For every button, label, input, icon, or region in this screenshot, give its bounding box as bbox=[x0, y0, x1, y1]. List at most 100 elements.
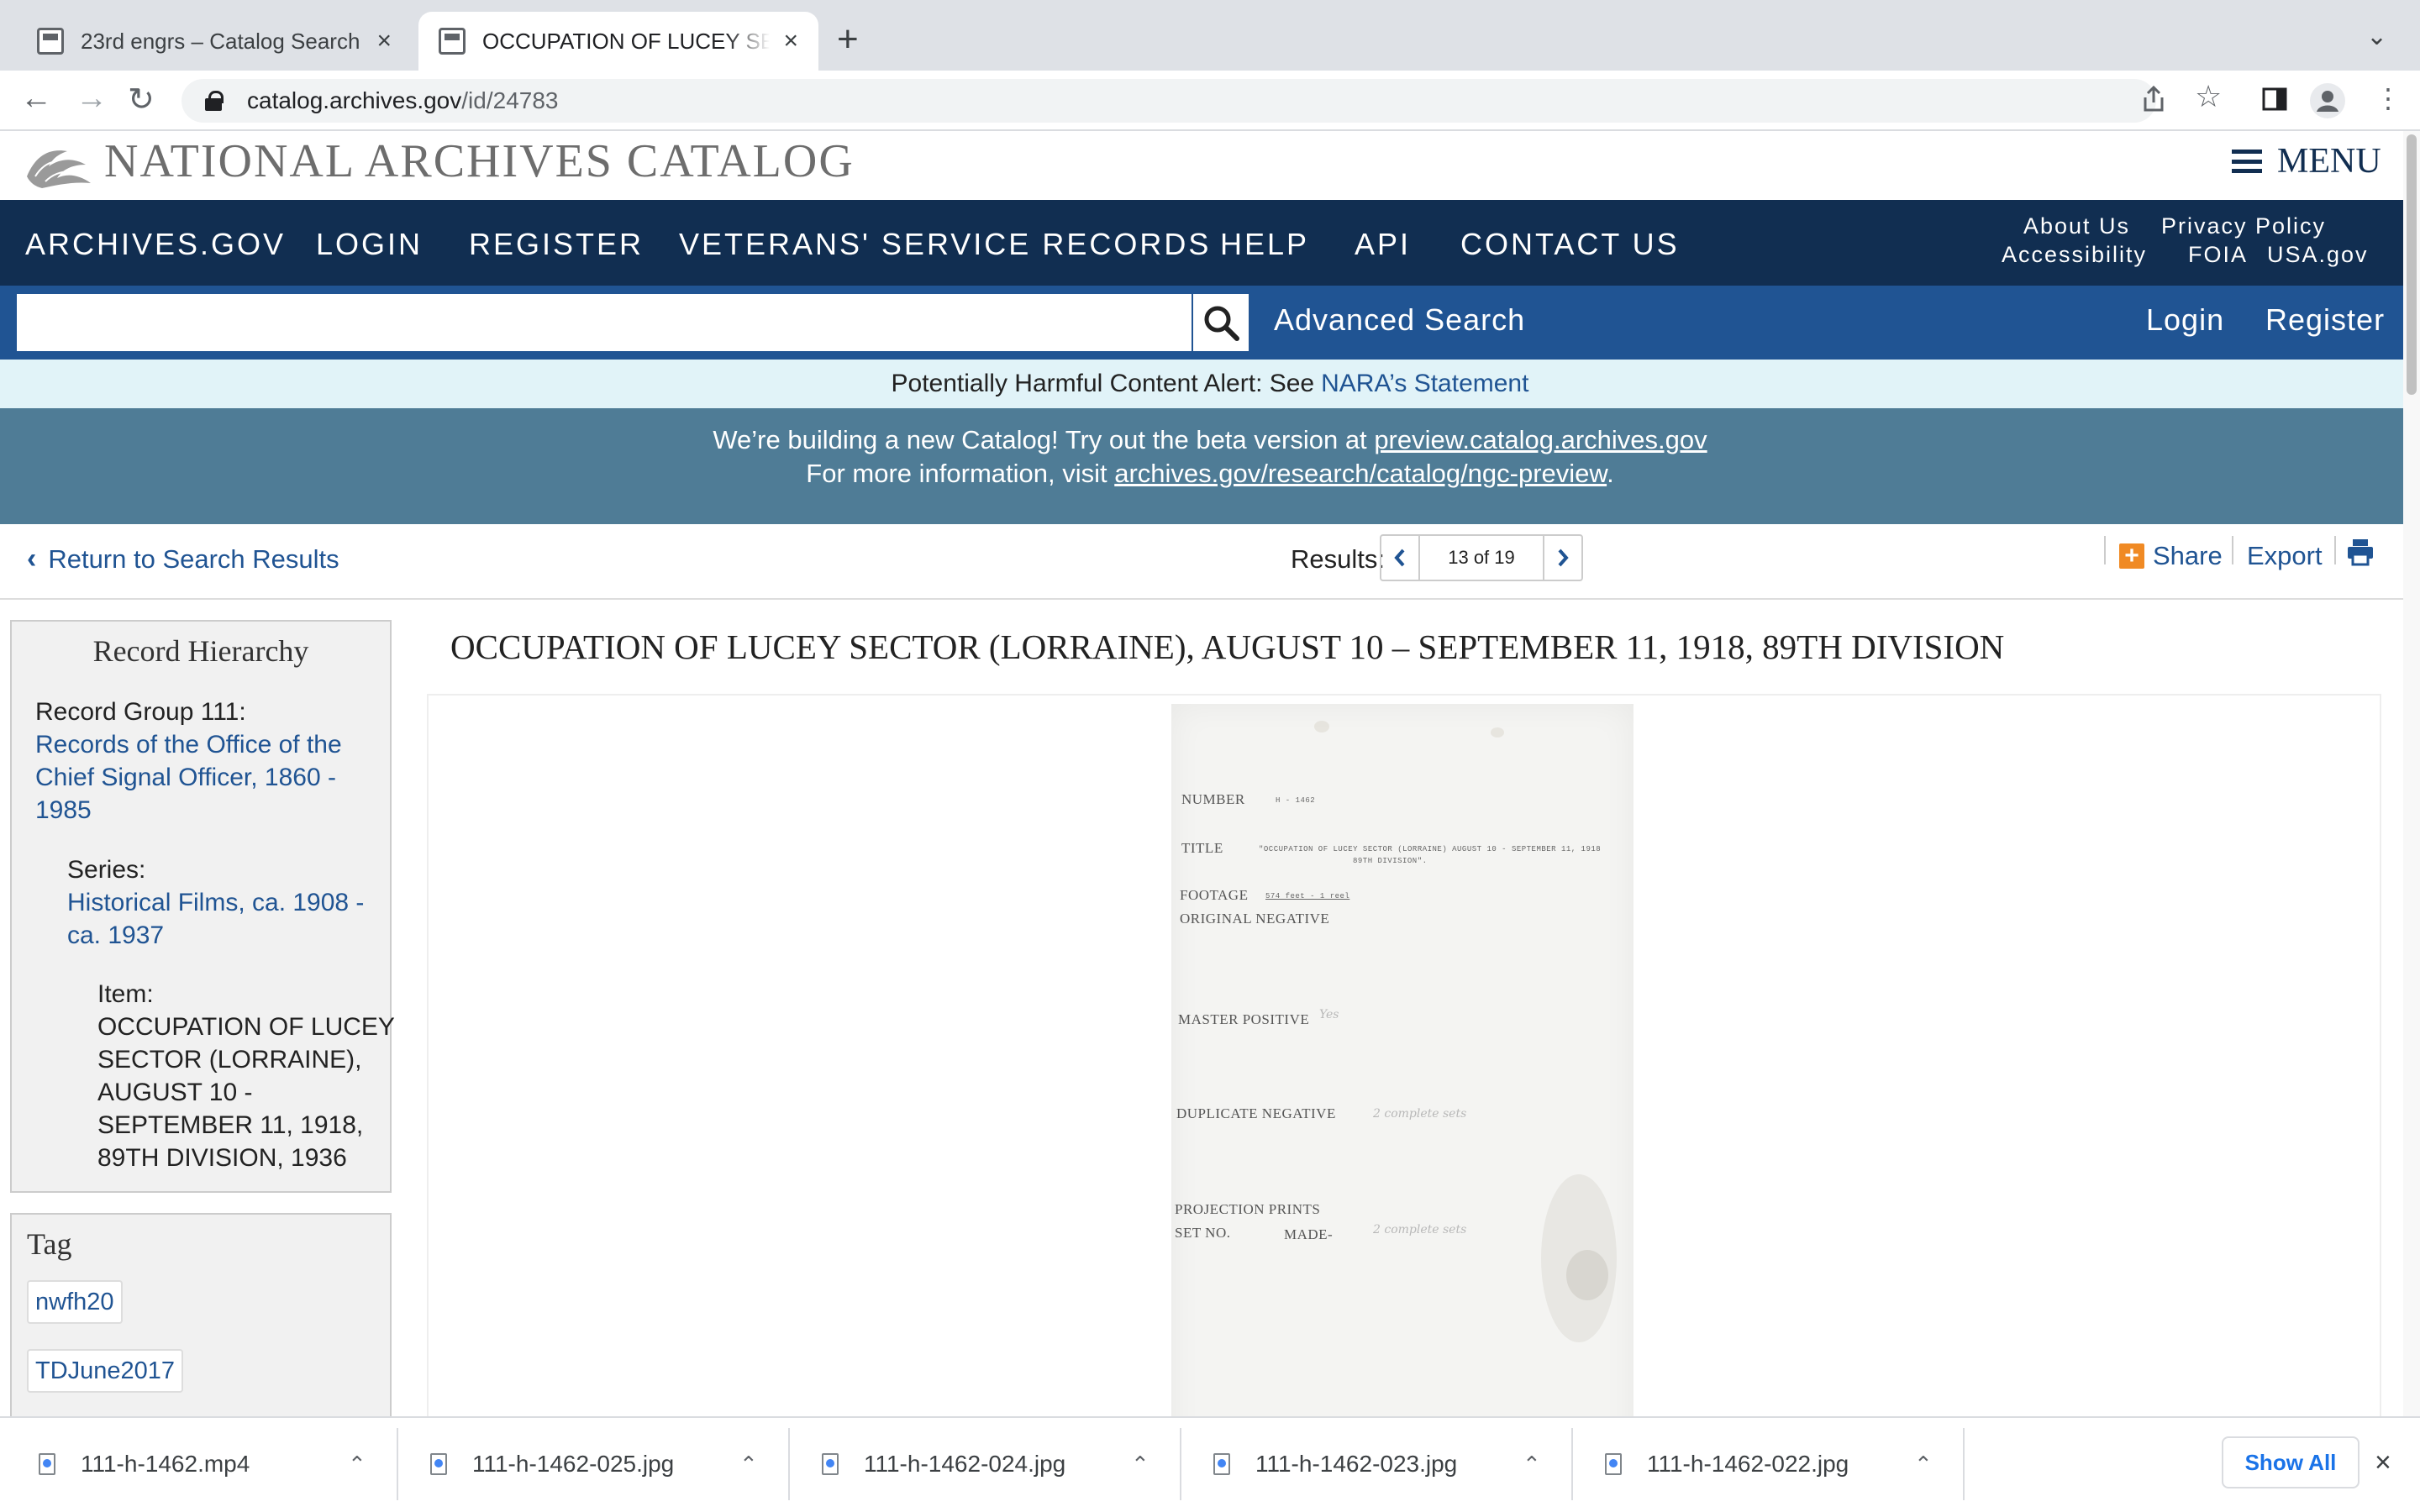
nav-contact-us[interactable]: CONTACT US bbox=[1460, 227, 1680, 262]
file-icon bbox=[1605, 1453, 1622, 1475]
download-item[interactable]: 111-h-1462-024.jpg ⌃ bbox=[822, 1416, 1158, 1512]
download-item[interactable]: 111-h-1462.mp4 ⌃ bbox=[39, 1416, 375, 1512]
nav-about-us[interactable]: About Us bbox=[2023, 213, 2130, 239]
nav-veterans-service-records[interactable]: VETERANS' SERVICE RECORDS bbox=[679, 227, 1211, 262]
file-icon bbox=[430, 1453, 447, 1475]
tab-close-icon[interactable]: × bbox=[783, 27, 798, 55]
return-to-search-results-link[interactable]: ‹ Return to Search Results bbox=[27, 543, 339, 575]
preview-catalog-link[interactable]: preview.catalog.archives.gov bbox=[1374, 425, 1707, 454]
share-page-icon[interactable] bbox=[2143, 86, 2165, 113]
doc-made-label: MADE- bbox=[1284, 1226, 1334, 1242]
download-item[interactable]: 111-h-1462-022.jpg ⌃ bbox=[1605, 1416, 1941, 1512]
series-link[interactable]: ca. 1937 bbox=[67, 919, 164, 952]
doc-number-label: NUMBER bbox=[1181, 791, 1245, 807]
bookmark-star-icon[interactable]: ☆ bbox=[2195, 79, 2222, 114]
register-link[interactable]: Register bbox=[2265, 302, 2385, 338]
nav-privacy-policy[interactable]: Privacy Policy bbox=[2161, 213, 2326, 239]
nav-register[interactable]: REGISTER bbox=[469, 227, 644, 262]
tag-title: Tag bbox=[27, 1227, 72, 1261]
nav-foia[interactable]: FOIA bbox=[2188, 242, 2248, 268]
scan-blemish bbox=[1314, 721, 1329, 732]
lock-icon bbox=[205, 91, 224, 111]
tab-search-chevron-icon[interactable]: ⌄ bbox=[2366, 22, 2387, 51]
series-link[interactable]: Historical Films, ca. 1908 - bbox=[67, 886, 364, 919]
download-item[interactable]: 111-h-1462-023.jpg ⌃ bbox=[1213, 1416, 1549, 1512]
results-pager: 13 of 19 bbox=[1380, 534, 1583, 581]
forward-arrow-icon[interactable]: → bbox=[76, 81, 108, 117]
divider bbox=[1963, 1428, 1965, 1500]
download-filename: 111-h-1462-023.jpg bbox=[1255, 1451, 1458, 1477]
login-link[interactable]: Login bbox=[2146, 302, 2224, 338]
close-shelf-icon[interactable]: × bbox=[2375, 1446, 2391, 1479]
print-icon[interactable] bbox=[2346, 538, 2375, 566]
doc-number-value: H - 1462 bbox=[1276, 796, 1316, 805]
record-group-link[interactable]: 1985 bbox=[35, 794, 92, 827]
doc-title-value: 89TH DIVISION". bbox=[1353, 857, 1428, 865]
scan-blemish bbox=[1491, 727, 1504, 738]
scrollbar-thumb[interactable] bbox=[2407, 134, 2417, 395]
tag-chip[interactable]: nwfh20 bbox=[27, 1280, 123, 1324]
site-logo-text[interactable]: NATIONAL ARCHIVES CATALOG bbox=[104, 134, 855, 188]
nav-login[interactable]: LOGIN bbox=[316, 227, 423, 262]
catalog-search-input[interactable] bbox=[17, 294, 1192, 351]
divider bbox=[2232, 536, 2233, 564]
divider bbox=[397, 1428, 398, 1500]
record-group-link[interactable]: Records of the Office of the bbox=[35, 728, 342, 761]
nav-help[interactable]: HELP bbox=[1220, 227, 1309, 262]
divider bbox=[1180, 1428, 1181, 1500]
doc-projection-prints-label: PROJECTION PRINTS bbox=[1175, 1201, 1321, 1217]
chevron-up-icon[interactable]: ⌃ bbox=[1914, 1452, 1933, 1478]
hamburger-icon bbox=[2232, 150, 2262, 173]
download-filename: 111-h-1462-022.jpg bbox=[1647, 1451, 1849, 1477]
previous-result-button[interactable] bbox=[1381, 536, 1418, 580]
search-icon bbox=[1204, 306, 1239, 341]
tab-close-icon[interactable]: × bbox=[376, 27, 392, 55]
doc-footage-label: FOOTAGE bbox=[1180, 887, 1249, 903]
ngc-preview-link[interactable]: archives.gov/research/catalog/ngc-previe… bbox=[1114, 459, 1607, 488]
menu-label: MENU bbox=[2277, 142, 2381, 181]
chevron-up-icon[interactable]: ⌃ bbox=[1523, 1452, 1541, 1478]
chevron-up-icon[interactable]: ⌃ bbox=[1131, 1452, 1150, 1478]
more-menu-icon[interactable]: ⋮ bbox=[2375, 82, 2402, 114]
item-title-line: AUGUST 10 - bbox=[97, 1079, 253, 1106]
nara-statement-link[interactable]: NARA’s Statement bbox=[1321, 370, 1528, 398]
document-scan[interactable]: NUMBER H - 1462 TITLE "OCCUPATION OF LUC… bbox=[1171, 704, 1634, 1460]
share-plus-icon: + bbox=[2119, 543, 2144, 569]
file-icon bbox=[822, 1453, 839, 1475]
national-archives-eagle-logo-icon[interactable] bbox=[24, 139, 94, 190]
back-arrow-icon[interactable]: ← bbox=[20, 81, 52, 117]
harmful-content-alert: Potentially Harmful Content Alert: See N… bbox=[0, 360, 2420, 408]
item-title-line: SEPTEMBER 11, 1918, bbox=[97, 1111, 364, 1139]
result-position: 13 of 19 bbox=[1418, 536, 1544, 580]
doc-made-note: 2 complete sets bbox=[1373, 1223, 1467, 1236]
show-all-downloads-button[interactable]: Show All bbox=[2222, 1436, 2360, 1488]
divider bbox=[788, 1428, 790, 1500]
doc-set-no-label: SET NO. bbox=[1175, 1225, 1231, 1241]
nav-usa-gov[interactable]: USA.gov bbox=[2267, 242, 2369, 268]
tag-chip[interactable]: TDJune2017 bbox=[27, 1349, 184, 1393]
doc-master-positive-label: MASTER POSITIVE bbox=[1178, 1011, 1310, 1027]
nav-archives-gov[interactable]: ARCHIVES.GOV bbox=[25, 227, 286, 262]
profile-avatar-icon[interactable] bbox=[2309, 82, 2346, 119]
record-group-link[interactable]: Chief Signal Officer, 1860 - bbox=[35, 761, 336, 794]
chevron-up-icon[interactable]: ⌃ bbox=[348, 1452, 366, 1478]
nav-accessibility[interactable]: Accessibility bbox=[2002, 242, 2147, 268]
archives-favicon-icon bbox=[439, 28, 466, 55]
reload-icon[interactable]: ↻ bbox=[128, 81, 155, 118]
new-tab-button[interactable]: + bbox=[837, 18, 859, 60]
browser-tab-catalog-search[interactable]: 23rd engrs – Catalog Search × bbox=[17, 12, 412, 71]
search-button[interactable] bbox=[1193, 294, 1249, 351]
side-panel-icon[interactable] bbox=[2262, 87, 2287, 111]
address-bar[interactable]: catalog.archives.gov/id/24783 bbox=[182, 79, 2156, 123]
nav-api[interactable]: API bbox=[1355, 227, 1411, 262]
chevron-up-icon[interactable]: ⌃ bbox=[739, 1452, 758, 1478]
menu-button[interactable]: MENU bbox=[2232, 141, 2381, 181]
export-button[interactable]: Export bbox=[2247, 541, 2323, 571]
advanced-search-link[interactable]: Advanced Search bbox=[1274, 302, 1525, 338]
share-button[interactable]: + Share bbox=[2119, 541, 2223, 571]
browser-tab-occupation-record[interactable]: OCCUPATION OF LUCEY SECTOR (LORRAINE), A… bbox=[418, 12, 818, 71]
share-label: Share bbox=[2153, 541, 2223, 570]
download-item[interactable]: 111-h-1462-025.jpg ⌃ bbox=[430, 1416, 766, 1512]
next-result-button[interactable] bbox=[1544, 536, 1581, 580]
divider bbox=[1571, 1428, 1573, 1500]
